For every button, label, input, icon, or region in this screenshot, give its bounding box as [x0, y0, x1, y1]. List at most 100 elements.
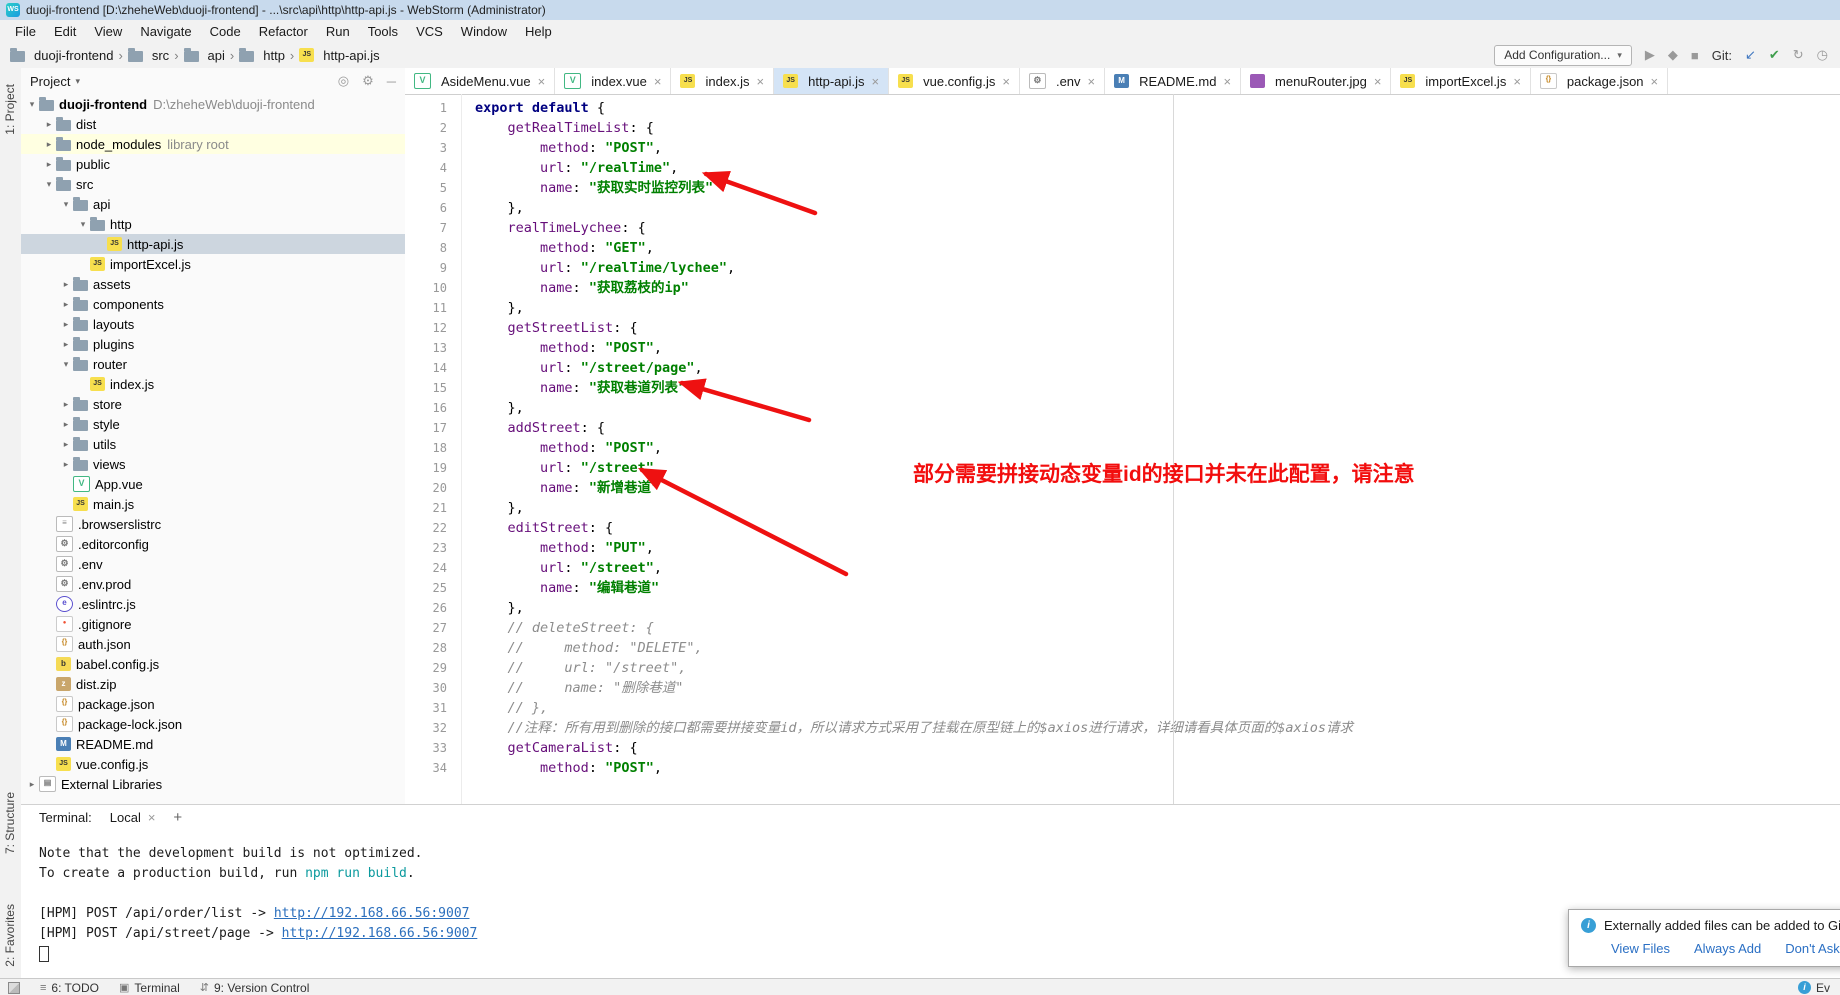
breadcrumb-item-api[interactable]: api — [184, 48, 225, 63]
tree-item-app-vue[interactable]: VApp.vue — [21, 474, 405, 494]
code-text[interactable]: url: "/realTime/lychee", — [461, 258, 735, 278]
chevron-collapsed-icon[interactable]: ▸ — [59, 319, 73, 330]
menu-view[interactable]: View — [85, 22, 131, 41]
chevron-collapsed-icon[interactable]: ▸ — [59, 279, 73, 290]
tab-http-api-js[interactable]: JShttp-api.js× — [774, 68, 889, 94]
chevron-collapsed-icon[interactable]: ▸ — [59, 419, 73, 430]
new-terminal-icon[interactable]: + — [173, 809, 182, 826]
menu-refactor[interactable]: Refactor — [250, 22, 317, 41]
add-configuration-button[interactable]: Add Configuration... ▾ — [1494, 45, 1632, 66]
menu-navigate[interactable]: Navigate — [131, 22, 200, 41]
tree-item-package-lock-json[interactable]: {}package-lock.json — [21, 714, 405, 734]
tab-index-vue[interactable]: Vindex.vue× — [555, 68, 671, 94]
code-text[interactable]: getCameraList: { — [461, 738, 638, 758]
chevron-collapsed-icon[interactable]: ▸ — [59, 439, 73, 450]
debug-icon[interactable]: ◆ — [1668, 47, 1678, 63]
code-text[interactable]: // url: "/street", — [461, 658, 686, 678]
chevron-collapsed-icon[interactable]: ▸ — [59, 459, 73, 470]
tree-item-editorconfig[interactable]: ⚙.editorconfig — [21, 534, 405, 554]
tree-item-importexcel-js[interactable]: JSimportExcel.js — [21, 254, 405, 274]
code-text[interactable]: realTimeLychee: { — [461, 218, 646, 238]
code-text[interactable]: name: "获取荔枝的ip" — [461, 278, 689, 298]
code-text[interactable]: addStreet: { — [461, 418, 605, 438]
tool-window-project-button[interactable]: 1: Project — [3, 84, 17, 135]
code-text[interactable]: method: "GET", — [461, 238, 654, 258]
breadcrumb-item-http-api-js[interactable]: JShttp-api.js — [299, 48, 379, 63]
terminal-link[interactable]: http://192.168.66.56:9007 — [282, 926, 478, 941]
close-tab-icon[interactable]: × — [538, 74, 546, 89]
chevron-expanded-icon[interactable]: ▾ — [76, 219, 90, 230]
status-9-version-control[interactable]: ⇵9: Version Control — [200, 981, 310, 995]
code-text[interactable]: }, — [461, 198, 524, 218]
event-log-icon[interactable]: i — [1798, 981, 1811, 994]
breadcrumb-item-src[interactable]: src — [128, 48, 169, 63]
menu-tools[interactable]: Tools — [359, 22, 407, 41]
chevron-collapsed-icon[interactable]: ▸ — [42, 119, 56, 130]
code-text[interactable]: }, — [461, 498, 524, 518]
tree-item-style[interactable]: ▸style — [21, 414, 405, 434]
notification-action-don-t-ask-agai[interactable]: Don't Ask Agai — [1785, 941, 1840, 956]
locate-file-icon[interactable]: ◎ — [338, 73, 349, 89]
menu-file[interactable]: File — [6, 22, 45, 41]
project-panel-title[interactable]: Project — [30, 74, 70, 89]
git-commit-icon[interactable]: ✔ — [1769, 47, 1780, 63]
code-text[interactable]: url: "/street", — [461, 558, 662, 578]
settings-icon[interactable]: ⚙ — [362, 73, 374, 89]
tree-item-env[interactable]: ⚙.env — [21, 554, 405, 574]
menu-vcs[interactable]: VCS — [407, 22, 452, 41]
run-icon[interactable]: ▶ — [1645, 47, 1655, 63]
close-tab-icon[interactable]: × — [1002, 74, 1010, 89]
code-text[interactable]: name: "获取实时监控列表" — [461, 178, 713, 198]
history-icon[interactable]: ◷ — [1817, 47, 1828, 63]
tree-item-router[interactable]: ▾router — [21, 354, 405, 374]
tree-item-store[interactable]: ▸store — [21, 394, 405, 414]
code-text[interactable]: name: "编辑巷道" — [461, 578, 659, 598]
code-text[interactable]: method: "POST", — [461, 438, 662, 458]
tree-item-public[interactable]: ▸public — [21, 154, 405, 174]
tree-item-package-json[interactable]: {}package.json — [21, 694, 405, 714]
tree-item-readme-md[interactable]: MREADME.md — [21, 734, 405, 754]
code-text[interactable]: // deleteStreet: { — [461, 618, 654, 638]
chevron-expanded-icon[interactable]: ▾ — [59, 359, 73, 370]
chevron-collapsed-icon[interactable]: ▸ — [42, 159, 56, 170]
tool-window-toggle-icon[interactable] — [8, 982, 20, 994]
tree-item-src[interactable]: ▾src — [21, 174, 405, 194]
close-tab-icon[interactable]: × — [757, 74, 765, 89]
code-text[interactable]: method: "POST", — [461, 138, 662, 158]
code-text[interactable]: url: "/street", — [461, 458, 662, 478]
chevron-expanded-icon[interactable]: ▾ — [25, 99, 39, 110]
tree-item-layouts[interactable]: ▸layouts — [21, 314, 405, 334]
chevron-collapsed-icon[interactable]: ▸ — [25, 779, 39, 790]
event-log-label[interactable]: Ev — [1816, 981, 1830, 995]
terminal-cursor[interactable] — [39, 946, 49, 962]
tab-menurouter-jpg[interactable]: menuRouter.jpg× — [1241, 68, 1391, 94]
tool-window-structure-button[interactable]: 7: Structure — [3, 792, 17, 854]
status-terminal[interactable]: ▣Terminal — [119, 981, 180, 995]
chevron-collapsed-icon[interactable]: ▸ — [42, 139, 56, 150]
menu-code[interactable]: Code — [201, 22, 250, 41]
tab-package-json[interactable]: {}package.json× — [1531, 68, 1668, 94]
code-text[interactable]: method: "POST", — [461, 758, 662, 778]
tab-readme-md[interactable]: MREADME.md× — [1105, 68, 1241, 94]
git-update-icon[interactable]: ↙ — [1745, 47, 1756, 63]
breadcrumb-item-duoji-frontend[interactable]: duoji-frontend — [10, 48, 114, 63]
close-tab-icon[interactable]: × — [1088, 74, 1096, 89]
tree-item-env-prod[interactable]: ⚙.env.prod — [21, 574, 405, 594]
tree-item-http[interactable]: ▾http — [21, 214, 405, 234]
tree-item-duoji-frontend[interactable]: ▾duoji-frontendD:\zheheWeb\duoji-fronten… — [21, 94, 405, 114]
chevron-down-icon[interactable]: ▾ — [75, 76, 80, 87]
close-tab-icon[interactable]: × — [1223, 74, 1231, 89]
tree-item-vue-config-js[interactable]: JSvue.config.js — [21, 754, 405, 774]
menu-edit[interactable]: Edit — [45, 22, 85, 41]
tree-item-utils[interactable]: ▸utils — [21, 434, 405, 454]
hide-panel-icon[interactable]: ─ — [387, 74, 396, 89]
tree-item-views[interactable]: ▸views — [21, 454, 405, 474]
code-text[interactable]: }, — [461, 398, 524, 418]
code-text[interactable]: }, — [461, 598, 524, 618]
stop-icon[interactable]: ■ — [1691, 48, 1699, 63]
tree-item-http-api-js[interactable]: JShttp-api.js — [21, 234, 405, 254]
code-text[interactable]: url: "/street/page", — [461, 358, 703, 378]
status-6-todo[interactable]: ≡6: TODO — [40, 981, 99, 995]
notification-action-view-files[interactable]: View Files — [1611, 941, 1670, 956]
tab-vue-config-js[interactable]: JSvue.config.js× — [889, 68, 1020, 94]
